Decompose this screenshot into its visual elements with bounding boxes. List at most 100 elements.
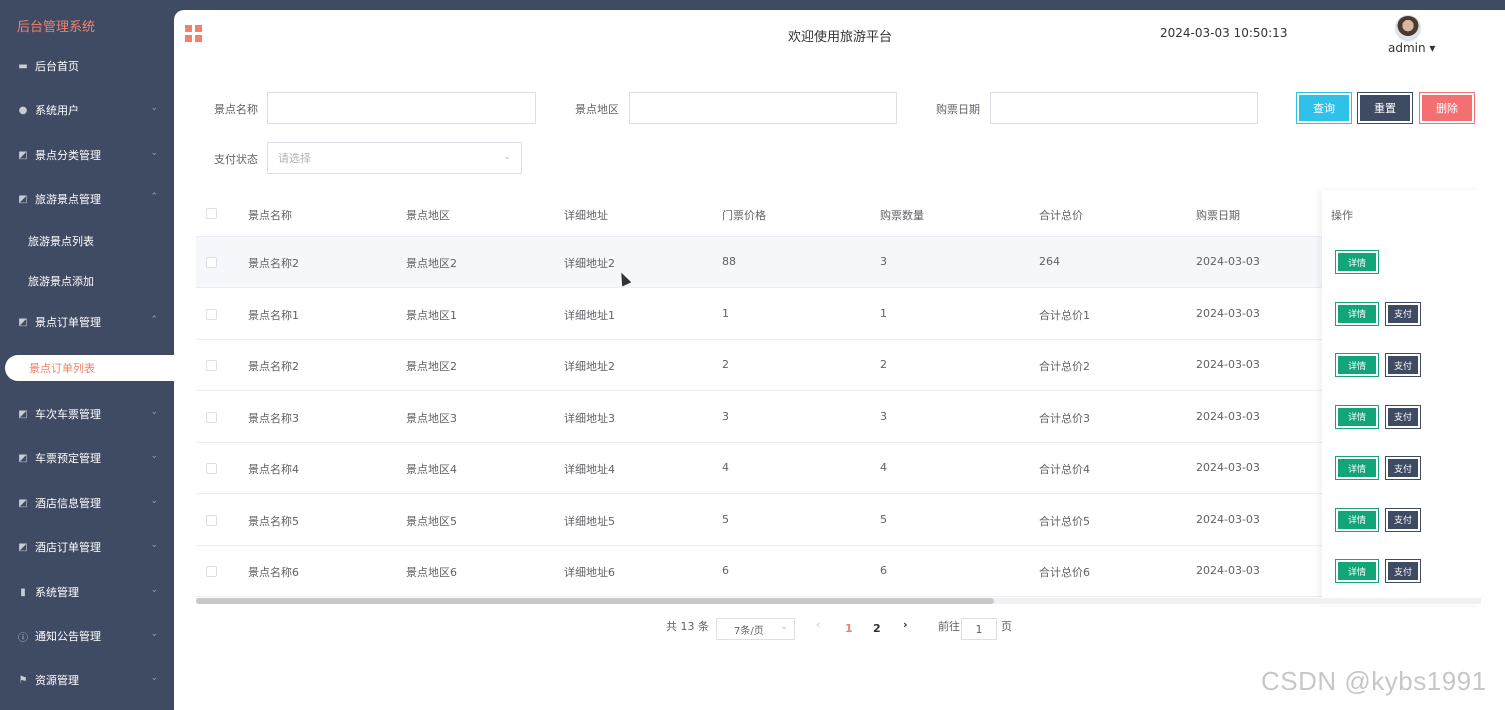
name-input[interactable] xyxy=(267,92,536,124)
flag-icon: ⚑ xyxy=(18,674,28,686)
table-row[interactable]: 景点名称4 景点地区4 详细地址4 4 4 合计总价4 2024-03-03 xyxy=(196,443,1481,494)
sidebar-item-train-tickets[interactable]: ◩ 车次车票管理 ⌄ xyxy=(0,399,174,429)
table-cell: 详细地址2 xyxy=(564,360,615,373)
pay-status-placeholder: 请选择 xyxy=(278,152,311,165)
pay-button[interactable]: 支付 xyxy=(1385,353,1421,377)
pay-status-select[interactable]: 请选择 ⌄ xyxy=(267,142,522,174)
page-size-value: 7条/页 xyxy=(734,625,764,637)
sidebar-item-home[interactable]: ▬ 后台首页 xyxy=(0,51,174,81)
next-page-icon[interactable]: › xyxy=(903,618,908,631)
column-header: 购票日期 xyxy=(1196,209,1240,222)
row-checkbox[interactable] xyxy=(206,308,217,320)
sidebar-item-system-management[interactable]: ▮ 系统管理 ⌄ xyxy=(0,577,174,607)
table-cell: 合计总价6 xyxy=(1039,566,1090,579)
sidebar-item-system-users[interactable]: ● 系统用户 ⌄ xyxy=(0,95,174,125)
sidebar-item-resources[interactable]: ⚑ 资源管理 ⌄ xyxy=(0,665,174,695)
operations-column: 操作 详情 详情 支付 详情 支付 详情 支付 详情 支付 详情 支付 详情 支付 xyxy=(1322,190,1481,605)
sidebar-item-attraction-orders[interactable]: ◩ 景点订单管理 ⌃ xyxy=(0,307,174,337)
chart-icon: ◩ xyxy=(18,193,28,205)
column-header: 景点地区 xyxy=(406,209,450,222)
delete-button[interactable]: 删除 xyxy=(1419,92,1475,124)
sidebar-item-notices[interactable]: ⓘ 通知公告管理 ⌄ xyxy=(0,621,174,651)
table-cell: 合计总价5 xyxy=(1039,514,1090,528)
chevron-down-icon: ⌄ xyxy=(150,629,158,639)
row-checkbox[interactable] xyxy=(206,360,217,371)
table-row[interactable]: 景点名称2 景点地区2 详细地址2 2 2 合计总价2 2024-03-03 xyxy=(196,340,1481,391)
row-checkbox[interactable] xyxy=(206,411,217,423)
table-row[interactable]: 景点名称2 景点地区2 详细地址2 88 3 264 2024-03-03 xyxy=(196,237,1481,288)
page-number-current[interactable]: 1 xyxy=(845,622,853,635)
page-number[interactable]: 2 xyxy=(873,622,881,635)
chart-icon: ◩ xyxy=(18,408,28,420)
chart-icon: ◩ xyxy=(18,316,28,328)
date-input[interactable] xyxy=(990,92,1258,124)
sidebar-subitem-order-list[interactable]: 景点订单列表 xyxy=(5,355,195,381)
sidebar-subitem-attraction-add[interactable]: 旅游景点添加 xyxy=(0,266,174,296)
row-checkbox[interactable] xyxy=(206,463,217,474)
table-cell: 景点地区1 xyxy=(406,308,457,322)
table-cell: 详细地址2 xyxy=(564,257,615,270)
pay-button[interactable]: 支付 xyxy=(1385,456,1421,480)
row-checkbox[interactable] xyxy=(206,257,217,268)
table-cell: 4 xyxy=(722,461,729,474)
reset-button[interactable]: 重置 xyxy=(1357,92,1413,124)
prev-page-icon[interactable]: ‹ xyxy=(816,618,820,631)
sidebar-item-hotel-orders[interactable]: ◩ 酒店订单管理 ⌄ xyxy=(0,532,174,562)
chevron-down-icon: ⌄ xyxy=(150,673,158,683)
region-input[interactable] xyxy=(629,92,897,124)
table-cell: 6 xyxy=(722,564,729,577)
table-cell: 88 xyxy=(722,255,736,268)
detail-button[interactable]: 详情 xyxy=(1335,507,1379,532)
detail-button[interactable]: 详情 xyxy=(1335,559,1379,583)
horizontal-scrollbar[interactable] xyxy=(196,598,1481,604)
chevron-down-icon: ⌄ xyxy=(780,622,788,632)
sidebar-item-attraction-category[interactable]: ◩ 景点分类管理 ⌄ xyxy=(0,140,174,170)
sidebar-item-hotel-info[interactable]: ◩ 酒店信息管理 ⌄ xyxy=(0,488,174,518)
pay-button[interactable]: 支付 xyxy=(1385,507,1421,532)
table-cell: 景点名称6 xyxy=(248,566,299,579)
table-row[interactable]: 景点名称6 景点地区6 详细地址6 6 6 合计总价6 2024-03-03 xyxy=(196,546,1481,597)
table-row[interactable]: 景点名称1 景点地区1 详细地址1 1 1 合计总价1 2024-03-03 xyxy=(196,289,1481,340)
scrollbar-thumb[interactable] xyxy=(196,598,994,604)
table-cell: 景点名称5 xyxy=(248,514,299,528)
sidebar-item-ticket-booking[interactable]: ◩ 车票预定管理 ⌄ xyxy=(0,443,174,473)
column-header: 操作 xyxy=(1331,209,1353,222)
detail-button[interactable]: 详情 xyxy=(1335,404,1379,429)
user-menu[interactable]: admin ▾ xyxy=(1388,41,1435,55)
detail-button[interactable]: 详情 xyxy=(1335,353,1379,377)
sidebar-item-label: 旅游景点管理 xyxy=(35,193,101,206)
table-cell: 详细地址3 xyxy=(564,411,615,425)
table-row[interactable]: 景点名称3 景点地区3 详细地址3 3 3 合计总价3 2024-03-03 xyxy=(196,392,1481,443)
table-cell: 2024-03-03 xyxy=(1196,409,1260,423)
sidebar-subitem-attraction-list[interactable]: 旅游景点列表 xyxy=(0,226,174,256)
table-row[interactable]: 景点名称5 景点地区5 详细地址5 5 5 合计总价5 2024-03-03 xyxy=(196,495,1481,546)
detail-button[interactable]: 详情 xyxy=(1335,456,1379,480)
name-label: 景点名称 xyxy=(214,103,258,116)
avatar[interactable] xyxy=(1395,15,1421,41)
pay-button[interactable]: 支付 xyxy=(1385,301,1421,326)
row-checkbox[interactable] xyxy=(206,514,217,526)
table-cell: 3 xyxy=(880,255,887,268)
table-cell: 景点地区4 xyxy=(406,463,457,476)
detail-button[interactable]: 详情 xyxy=(1335,250,1379,274)
sidebar-item-label: 景点订单管理 xyxy=(35,316,101,329)
sidebar-item-label: 酒店订单管理 xyxy=(35,541,101,554)
chevron-up-icon: ⌃ xyxy=(150,192,158,202)
page-size-select[interactable]: 7条/页 ⌄ xyxy=(716,618,795,640)
column-header: 门票价格 xyxy=(722,209,766,222)
table-cell: 5 xyxy=(880,512,887,526)
grid-menu-icon[interactable] xyxy=(185,25,202,42)
table-cell: 详细地址6 xyxy=(564,566,615,579)
detail-button[interactable]: 详情 xyxy=(1335,301,1379,326)
select-all-checkbox[interactable] xyxy=(206,208,217,219)
column-header: 购票数量 xyxy=(880,209,924,222)
sidebar-item-label: 通知公告管理 xyxy=(35,630,101,643)
pay-button[interactable]: 支付 xyxy=(1385,559,1421,583)
query-button[interactable]: 查询 xyxy=(1296,92,1352,124)
sidebar-item-label: 车次车票管理 xyxy=(35,408,101,421)
table-cell: 合计总价4 xyxy=(1039,463,1090,476)
pay-button[interactable]: 支付 xyxy=(1385,404,1421,429)
sidebar-item-attractions[interactable]: ◩ 旅游景点管理 ⌃ xyxy=(0,184,174,214)
row-checkbox[interactable] xyxy=(206,566,217,577)
goto-page-input[interactable]: 1 xyxy=(961,618,997,640)
